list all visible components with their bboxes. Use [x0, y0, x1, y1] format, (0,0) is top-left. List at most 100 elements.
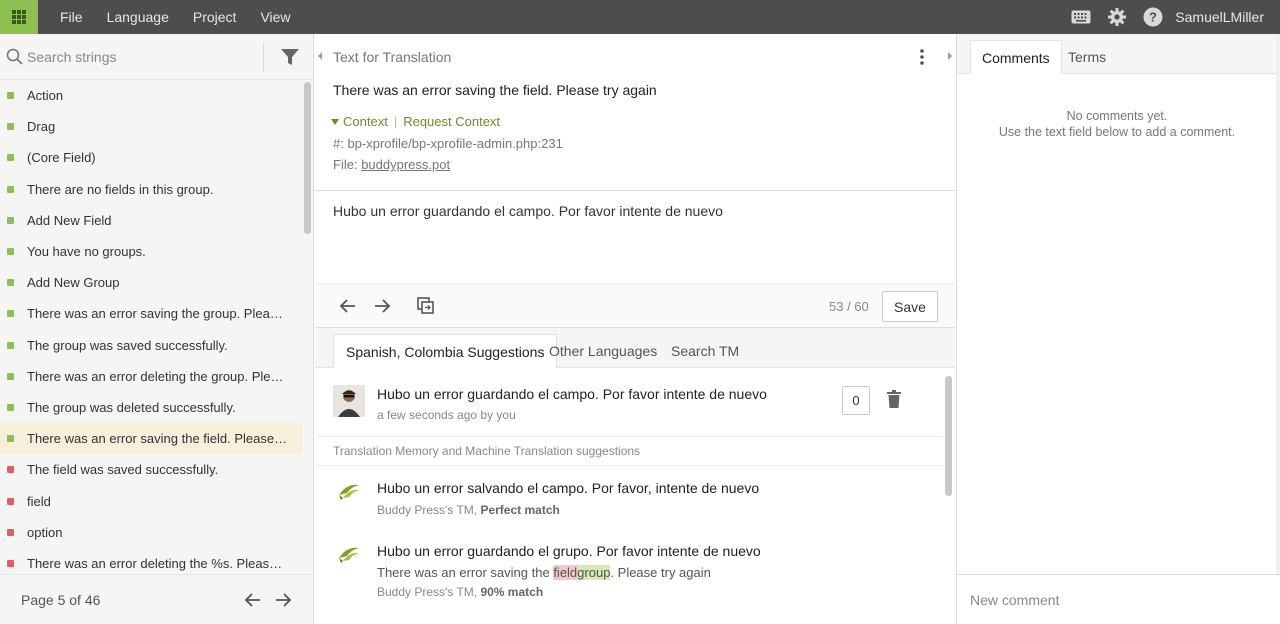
string-item-label: option: [27, 524, 63, 540]
top-right-tools: ? SamuelLMiller: [1055, 0, 1280, 34]
status-dot: [7, 92, 14, 100]
help-icon[interactable]: ?: [1143, 7, 1163, 27]
search-icon: [6, 48, 23, 65]
string-item-label: There are no fields in this group.: [27, 181, 214, 197]
string-list-item[interactable]: There was an error saving the field. Ple…: [0, 423, 302, 455]
pager: Page 5 of 46: [0, 574, 314, 624]
string-list-item[interactable]: (Core Field): [0, 142, 302, 173]
string-list-item[interactable]: The group was deleted successfully.: [0, 392, 302, 423]
more-options-icon[interactable]: [919, 48, 925, 66]
status-dot: [7, 248, 14, 256]
tab-search-tm[interactable]: Search TM: [659, 334, 751, 368]
tm-suggestion-meta: Buddy Press's TM, 90% match: [377, 585, 543, 599]
new-comment-input[interactable]: [957, 574, 1280, 624]
next-string-button[interactable]: [371, 296, 393, 316]
strings-panel: Action Drag (Core Field) There are no field…: [0, 34, 314, 624]
filter-icon[interactable]: [280, 47, 300, 67]
editor-panel: Text for Translation There was an error …: [315, 34, 955, 624]
no-comments-hint: Use the text field below to add a commen…: [998, 125, 1236, 139]
previous-string-button[interactable]: [337, 296, 359, 316]
prev-page-button[interactable]: [242, 590, 264, 610]
gear-icon[interactable]: [1107, 7, 1127, 27]
status-dot: [7, 435, 14, 443]
string-list-item[interactable]: Add New Group: [0, 267, 302, 298]
own-suggestion-text[interactable]: Hubo un error guardando el campo. Por fa…: [377, 386, 767, 402]
collapse-right-icon[interactable]: [945, 48, 955, 64]
trash-icon[interactable]: [887, 390, 901, 408]
menu-view[interactable]: View: [248, 0, 302, 34]
keyboard-icon[interactable]: [1071, 7, 1091, 27]
copy-source-button[interactable]: [415, 296, 437, 316]
status-dot: [7, 216, 14, 224]
string-item-label: There was an error saving the group. Ple…: [27, 306, 289, 322]
suggestions-scrollbar[interactable]: [945, 376, 952, 496]
source-string: There was an error saving the field. Ple…: [333, 82, 657, 98]
tab-language-suggestions[interactable]: Spanish, Colombia Suggestions: [333, 334, 558, 368]
apps-button[interactable]: [0, 0, 38, 34]
divider: [263, 41, 264, 72]
string-item-label: There was an error deleting the group. P…: [27, 368, 289, 384]
status-dot: [7, 310, 14, 318]
collapse-left-icon[interactable]: [315, 48, 325, 64]
diff-deleted: field: [553, 565, 578, 580]
own-suggestion-meta: a few seconds ago by you: [377, 408, 516, 422]
string-list-item[interactable]: You have no groups.: [0, 236, 302, 267]
tm-source: Buddy Press's TM,: [377, 585, 478, 599]
string-list-item[interactable]: The field was saved successfully.: [0, 454, 302, 485]
comments-panel: Comments Terms No comments yet. Use the …: [956, 34, 1280, 624]
arrow-right-icon: [375, 299, 391, 313]
string-item-label: (Core Field): [27, 150, 96, 166]
vote-count[interactable]: 0: [842, 386, 870, 415]
string-item-label: You have no groups.: [27, 244, 146, 260]
menu-project[interactable]: Project: [181, 0, 249, 34]
suggestions-list: Hubo un error guardando el campo. Por fa…: [315, 369, 943, 624]
status-dot: [7, 559, 14, 567]
string-list-item[interactable]: There was an error deleting the group. P…: [0, 361, 302, 392]
string-list-item[interactable]: field: [0, 485, 302, 516]
diff-text: . Please try again: [610, 565, 711, 580]
context-toggle[interactable]: Context: [343, 114, 388, 129]
string-list-item[interactable]: option: [0, 517, 302, 548]
arrow-left-icon: [339, 299, 355, 313]
string-list-item[interactable]: Action: [0, 80, 302, 111]
tm-match: Perfect match: [480, 503, 560, 517]
tm-source: Buddy Press's TM,: [377, 503, 478, 517]
caret-down-icon: [331, 118, 339, 125]
search-input[interactable]: [27, 48, 257, 65]
string-list-item[interactable]: Add New Field: [0, 205, 302, 236]
string-list-item[interactable]: The group was saved successfully.: [0, 330, 302, 361]
string-item-label: Drag: [27, 119, 56, 135]
translation-input[interactable]: Hubo un error guardando el campo. Por fa…: [315, 191, 955, 283]
string-list-item[interactable]: There was an error saving the group. Ple…: [0, 298, 302, 329]
tm-logo-icon: [339, 484, 359, 500]
menu-file[interactable]: File: [48, 0, 95, 34]
tm-suggestion-meta: Buddy Press's TM, Perfect match: [377, 503, 560, 517]
string-list-item[interactable]: There was an error deleting the %s. Plea…: [0, 548, 302, 574]
separator: |: [393, 114, 398, 129]
save-button[interactable]: Save: [882, 291, 938, 322]
tm-suggestion-text[interactable]: Hubo un error guardando el grupo. Por fa…: [377, 543, 761, 559]
comments-tabs: Comments Terms: [957, 34, 1280, 74]
menu-language[interactable]: Language: [95, 0, 181, 34]
tab-terms[interactable]: Terms: [1057, 40, 1117, 74]
next-page-button[interactable]: [272, 590, 294, 610]
arrow-right-icon: [276, 592, 292, 607]
string-list-scrollbar[interactable]: [304, 82, 311, 234]
file-line: File: buddypress.pot: [333, 157, 450, 172]
diff-inserted: group: [577, 565, 611, 580]
char-counter: 53 / 60: [829, 299, 869, 314]
tm-diff-source: There was an error saving the fieldgroup…: [377, 565, 711, 580]
string-item-label: Add New Field: [27, 212, 112, 228]
username[interactable]: SamuelLMiller: [1175, 9, 1264, 25]
editor-toolbar: 53 / 60 Save: [315, 283, 955, 327]
status-dot: [7, 466, 14, 474]
request-context-link[interactable]: Request Context: [403, 114, 500, 129]
no-comments-message: No comments yet. Use the text field belo…: [957, 108, 1277, 140]
string-list-item[interactable]: Drag: [0, 111, 302, 142]
string-item-label: Add New Group: [27, 275, 120, 291]
tm-suggestion-text[interactable]: Hubo un error salvando el campo. Por fav…: [377, 480, 759, 496]
string-list-item[interactable]: There are no fields in this group.: [0, 174, 302, 205]
tab-other-languages[interactable]: Other Languages: [537, 334, 669, 368]
tab-comments[interactable]: Comments: [970, 40, 1062, 74]
file-link[interactable]: buddypress.pot: [361, 157, 450, 172]
